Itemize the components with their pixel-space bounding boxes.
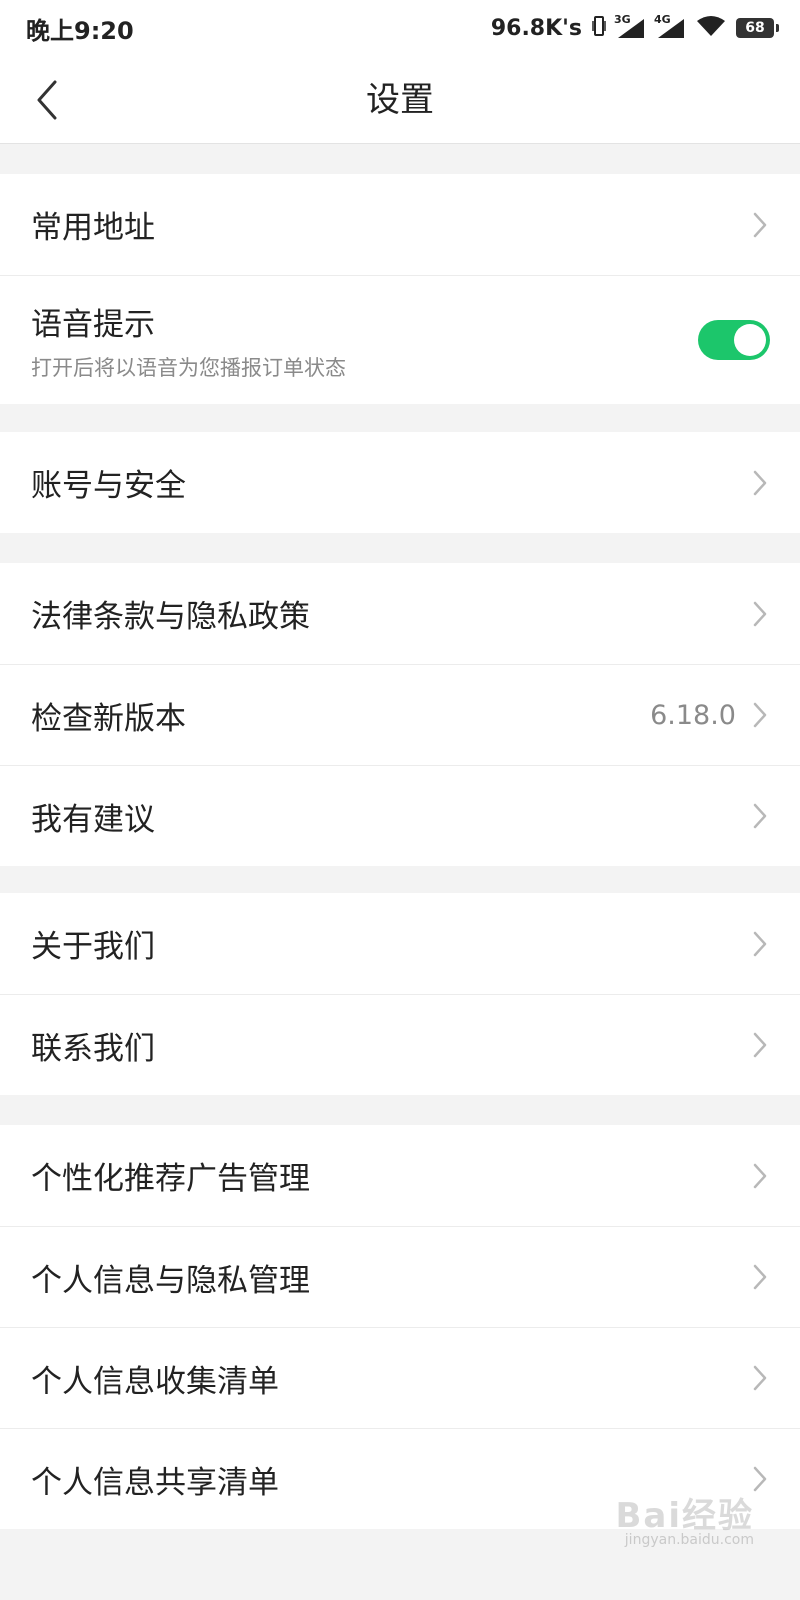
chevron-right-icon <box>750 1362 770 1394</box>
back-button[interactable] <box>22 74 72 126</box>
status-indicators: 96.8K's 3G 4G 68 <box>490 13 779 41</box>
row-subtitle: 打开后将以语音为您播报订单状态 <box>31 355 346 380</box>
settings-group-about: 关于我们 联系我们 <box>0 893 800 1095</box>
row-voice-prompt: 语音提示 打开后将以语音为您播报订单状态 <box>0 275 800 404</box>
row-label: 个人信息收集清单 <box>31 1363 279 1400</box>
watermark-url: jingyan.baidu.com <box>624 1532 754 1548</box>
toggle-knob <box>734 324 766 356</box>
status-bar: 晚上9:20 96.8K's 3G 4G 68 <box>0 0 800 56</box>
watermark-brand: Bai经验 <box>615 1496 754 1536</box>
row-label: 常用地址 <box>31 210 155 246</box>
chevron-right-icon <box>750 800 770 832</box>
chevron-right-icon <box>750 699 770 731</box>
status-time: 晚上9:20 <box>26 16 134 45</box>
settings-screen: 晚上9:20 96.8K's 3G 4G 68 设置 常用地址 语音提示 打开后… <box>0 0 800 1600</box>
page-title: 设置 <box>366 80 434 120</box>
row-label: 我有建议 <box>31 801 155 838</box>
signal-3g-icon: 3G <box>614 13 646 39</box>
row-label: 法律条款与隐私政策 <box>31 599 310 635</box>
row-suggestions[interactable]: 我有建议 <box>0 765 800 866</box>
row-label: 语音提示 <box>31 306 155 343</box>
chevron-right-icon <box>750 928 770 960</box>
chevron-right-icon <box>750 1029 770 1061</box>
row-text: 语音提示 打开后将以语音为您播报订单状态 <box>31 299 698 382</box>
row-label: 联系我们 <box>31 1030 155 1067</box>
row-common-address[interactable]: 常用地址 <box>0 174 800 275</box>
chevron-right-icon <box>750 1160 770 1192</box>
settings-group-privacy: 个性化推荐广告管理 个人信息与隐私管理 个人信息收集清单 个人信息共享清单 <box>0 1125 800 1529</box>
settings-group-general: 常用地址 语音提示 打开后将以语音为您播报订单状态 <box>0 174 800 404</box>
row-check-version[interactable]: 检查新版本 6.18.0 <box>0 664 800 765</box>
row-ad-personalization[interactable]: 个性化推荐广告管理 <box>0 1125 800 1226</box>
row-personal-info-privacy[interactable]: 个人信息与隐私管理 <box>0 1226 800 1327</box>
nav-bar: 设置 <box>0 56 800 144</box>
row-label: 检查新版本 <box>31 700 186 737</box>
row-label: 关于我们 <box>31 929 155 965</box>
signal-4g-icon: 4G <box>654 13 686 39</box>
settings-group-legal: 法律条款与隐私政策 检查新版本 6.18.0 我有建议 <box>0 563 800 866</box>
vibrate-icon <box>592 15 606 41</box>
row-legal-privacy[interactable]: 法律条款与隐私政策 <box>0 563 800 664</box>
chevron-right-icon <box>750 1261 770 1293</box>
row-label: 个人信息与隐私管理 <box>31 1262 310 1299</box>
row-label: 个性化推荐广告管理 <box>31 1161 310 1197</box>
row-account-security[interactable]: 账号与安全 <box>0 432 800 533</box>
network-speed: 96.8K's <box>490 15 582 41</box>
version-value: 6.18.0 <box>650 699 736 731</box>
chevron-right-icon <box>750 467 770 499</box>
chevron-right-icon <box>750 598 770 630</box>
row-info-collection-list[interactable]: 个人信息收集清单 <box>0 1327 800 1428</box>
settings-group-account: 账号与安全 <box>0 432 800 533</box>
battery-icon: 68 <box>736 18 779 38</box>
row-label: 账号与安全 <box>31 468 186 504</box>
chevron-right-icon <box>750 209 770 241</box>
voice-prompt-toggle[interactable] <box>698 320 770 360</box>
row-contact-us[interactable]: 联系我们 <box>0 994 800 1095</box>
wifi-icon <box>696 15 726 41</box>
signal-3g-label: 3G <box>614 13 631 26</box>
signal-4g-label: 4G <box>654 13 671 26</box>
row-about-us[interactable]: 关于我们 <box>0 893 800 994</box>
chevron-left-icon <box>37 80 57 120</box>
